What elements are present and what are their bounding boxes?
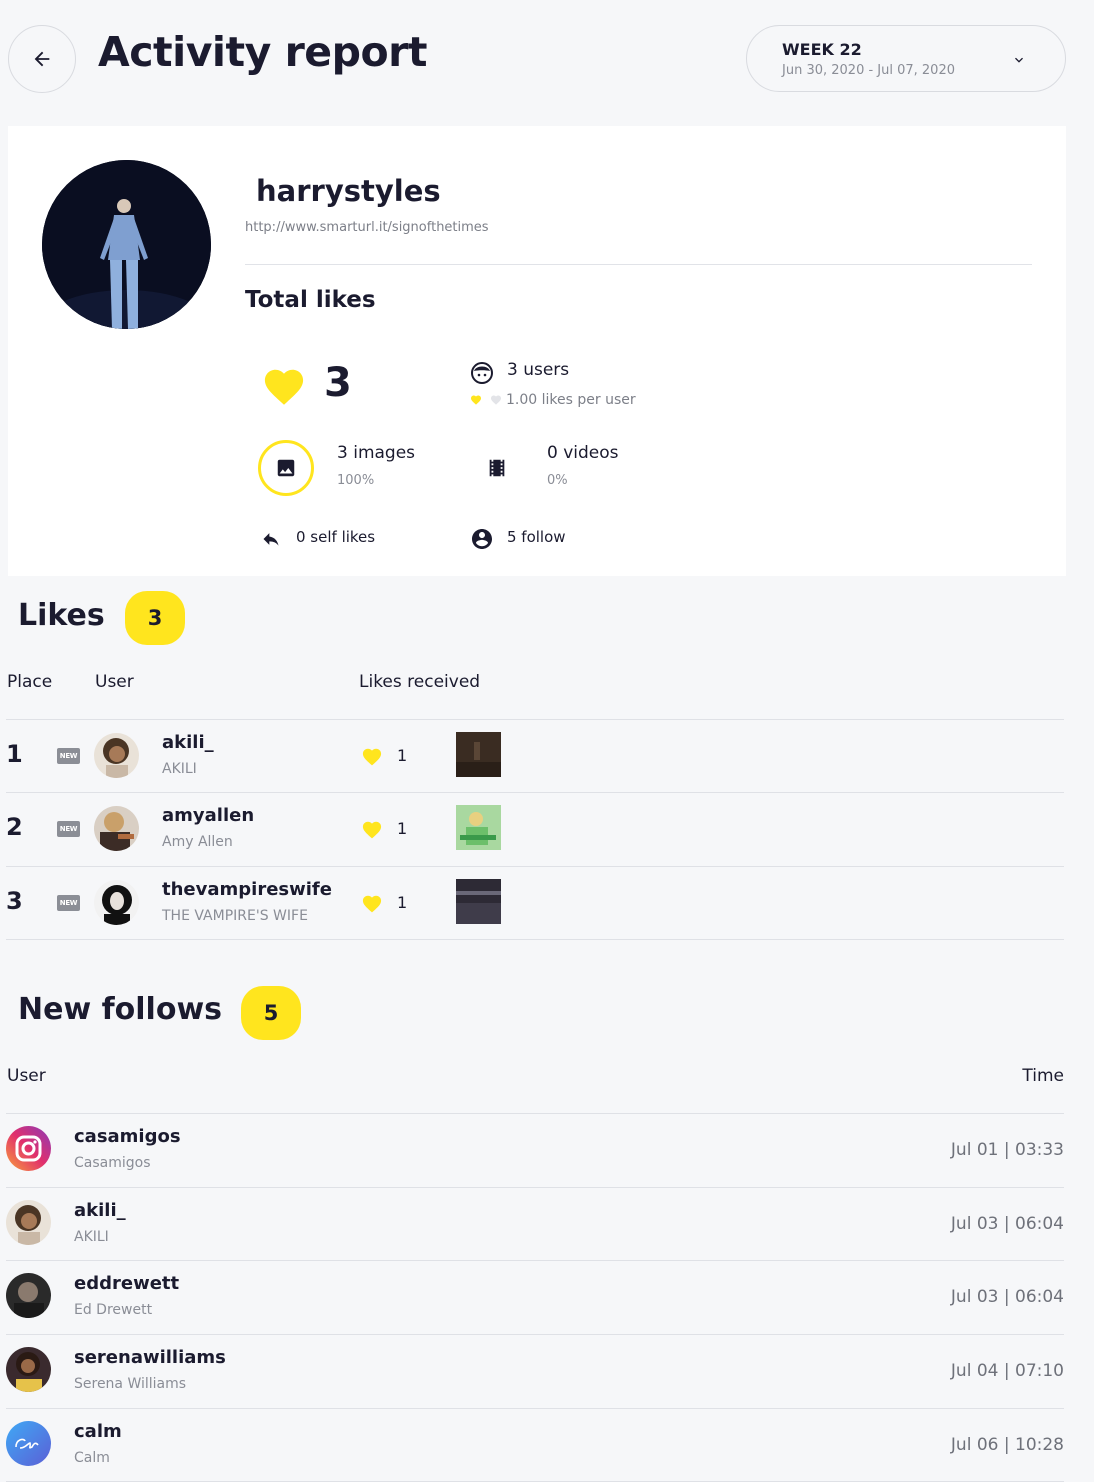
profile-url[interactable]: http://www.smarturl.it/signofthetimes	[245, 220, 489, 235]
avatar[interactable]	[6, 1421, 51, 1466]
liked-image-thumbnail[interactable]	[456, 805, 501, 850]
profile-avatar	[42, 160, 211, 329]
row-display-name: Casamigos	[74, 1155, 151, 1171]
table-row[interactable]: 2 NEW amyallen Amy Allen 1	[0, 793, 1094, 866]
row-display-name: Serena Williams	[74, 1376, 187, 1392]
videos-percent: 0%	[547, 473, 568, 488]
row-display-name: Amy Allen	[162, 834, 233, 850]
liked-image-thumbnail[interactable]	[456, 879, 501, 924]
images-count: 3 images	[337, 443, 416, 463]
avatar[interactable]	[94, 880, 139, 925]
follow-time: Jul 03 | 06:04	[950, 1214, 1064, 1234]
chevron-down-icon	[1015, 57, 1023, 63]
column-header-user: User	[7, 1066, 46, 1086]
place-number: 3	[6, 887, 23, 915]
week-label: WEEK 22	[782, 40, 862, 59]
row-username[interactable]: amyallen	[162, 805, 254, 826]
profile-card: harrystyles http://www.smarturl.it/signo…	[8, 126, 1066, 576]
arrow-left-icon	[34, 51, 50, 67]
list-item[interactable]: akili_ AKILI Jul 03 | 06:04	[0, 1188, 1094, 1261]
likes-per-user: 1.00 likes per user	[506, 392, 636, 408]
face-icon	[471, 362, 493, 384]
list-item[interactable]: serenawilliams Serena Williams Jul 04 | …	[0, 1335, 1094, 1408]
likes-received: 1	[397, 893, 408, 912]
likes-total: 3	[324, 360, 352, 406]
likes-count-badge: 3	[125, 591, 185, 645]
follow-time: Jul 03 | 06:04	[950, 1287, 1064, 1307]
new-badge: NEW	[57, 895, 80, 911]
row-username[interactable]: eddrewett	[74, 1273, 179, 1294]
column-header-user: User	[95, 672, 134, 692]
follows-count-badge: 5	[241, 986, 301, 1040]
row-display-name: Calm	[74, 1450, 110, 1466]
row-display-name: AKILI	[74, 1229, 109, 1245]
divider	[6, 939, 1064, 940]
divider	[245, 264, 1032, 265]
heart-icon	[362, 748, 382, 766]
heart-icon	[362, 821, 382, 839]
new-badge: NEW	[57, 748, 80, 764]
page-header: Activity report WEEK 22 Jun 30, 2020 - J…	[0, 0, 1094, 115]
liked-image-thumbnail[interactable]	[456, 732, 501, 777]
avatar[interactable]	[6, 1347, 51, 1392]
column-header-likes-received: Likes received	[359, 672, 481, 692]
row-display-name: AKILI	[162, 761, 197, 777]
row-username[interactable]: akili_	[74, 1200, 126, 1221]
new-badge: NEW	[57, 821, 80, 837]
likes-received: 1	[397, 746, 408, 765]
avatar[interactable]	[94, 806, 139, 851]
row-username[interactable]: casamigos	[74, 1126, 181, 1147]
images-percent: 100%	[337, 473, 375, 488]
follow-count: 5 follow	[507, 528, 566, 546]
follow-time: Jul 01 | 03:33	[950, 1140, 1064, 1160]
heart-icon	[264, 369, 304, 405]
week-selector[interactable]: WEEK 22 Jun 30, 2020 - Jul 07, 2020	[746, 25, 1066, 92]
image-icon	[277, 459, 295, 477]
place-number: 1	[6, 740, 23, 768]
heart-icon	[362, 895, 382, 913]
column-header-time: Time	[1022, 1066, 1064, 1086]
row-display-name: Ed Drewett	[74, 1302, 153, 1318]
list-item[interactable]: calm Calm Jul 06 | 10:28	[0, 1409, 1094, 1482]
likes-section-title: Likes	[18, 598, 105, 633]
follow-time: Jul 06 | 10:28	[950, 1435, 1064, 1455]
back-button[interactable]	[8, 25, 76, 93]
heart-outline-icon	[491, 395, 501, 405]
profile-username: harrystyles	[256, 174, 441, 208]
new-follows-section-title: New follows	[18, 992, 223, 1027]
avatar[interactable]	[6, 1126, 51, 1171]
page-title: Activity report	[98, 28, 427, 76]
row-display-name: THE VAMPIRE'S WIFE	[162, 908, 308, 924]
film-icon	[489, 459, 505, 477]
place-number: 2	[6, 813, 23, 841]
account-circle-icon	[472, 529, 492, 549]
week-range: Jun 30, 2020 - Jul 07, 2020	[782, 63, 955, 78]
column-header-place: Place	[7, 672, 53, 692]
row-username[interactable]: serenawilliams	[74, 1347, 226, 1368]
heart-icon	[471, 395, 481, 405]
avatar[interactable]	[6, 1200, 51, 1245]
row-username[interactable]: thevampireswife	[162, 879, 332, 900]
row-username[interactable]: akili_	[162, 732, 214, 753]
table-row[interactable]: 3 NEW thevampireswife THE VAMPIRE'S WIFE…	[0, 867, 1094, 940]
table-row[interactable]: 1 NEW akili_ AKILI 1	[0, 720, 1094, 793]
follow-time: Jul 04 | 07:10	[950, 1361, 1064, 1381]
total-likes-title: Total likes	[245, 287, 376, 313]
reply-icon	[263, 533, 279, 546]
row-username[interactable]: calm	[74, 1421, 122, 1442]
images-stat-ring	[258, 440, 314, 496]
likes-per-user-icons	[470, 394, 502, 405]
likes-received: 1	[397, 819, 408, 838]
list-item[interactable]: eddrewett Ed Drewett Jul 03 | 06:04	[0, 1261, 1094, 1334]
users-count: 3 users	[507, 360, 570, 380]
self-likes: 0 self likes	[296, 528, 376, 546]
avatar[interactable]	[94, 733, 139, 778]
avatar[interactable]	[6, 1273, 51, 1318]
list-item[interactable]: casamigos Casamigos Jul 01 | 03:33	[0, 1114, 1094, 1187]
videos-count: 0 videos	[547, 443, 619, 463]
